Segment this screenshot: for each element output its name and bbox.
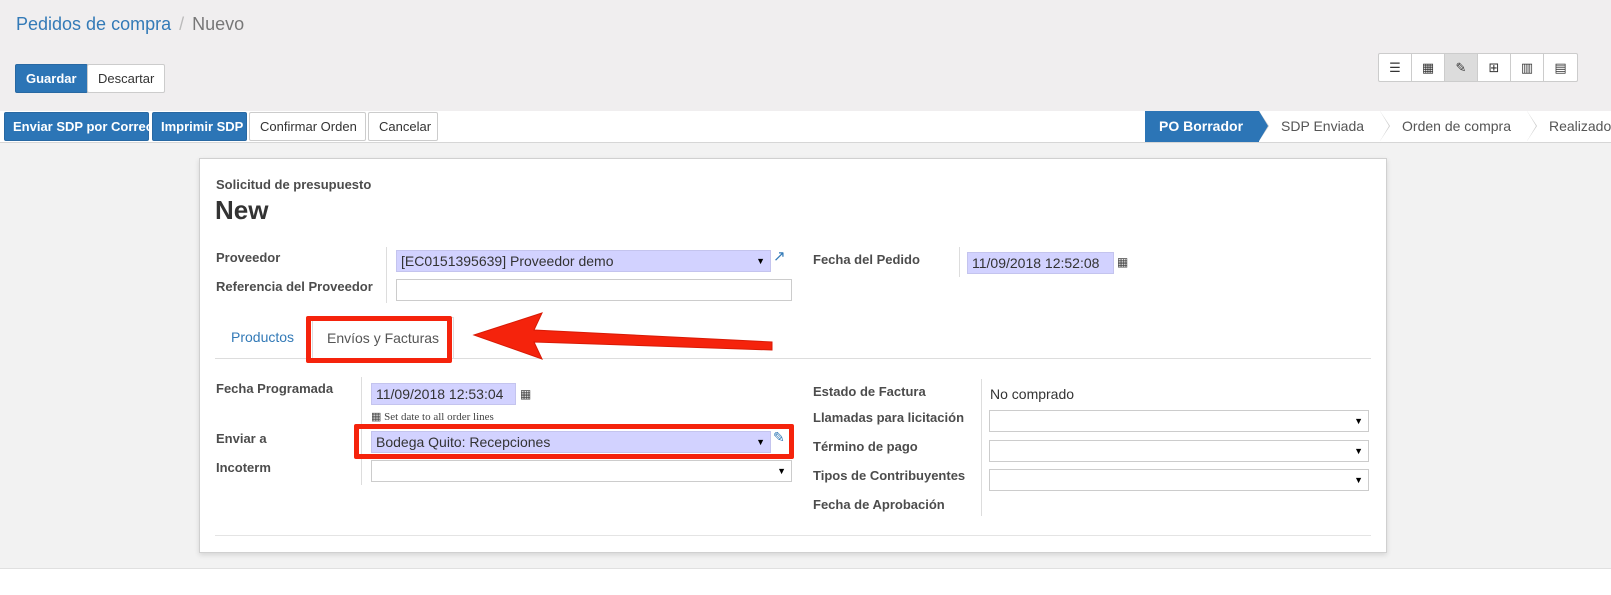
invoice-status-value: No comprado [990, 386, 1075, 402]
bid-calls-label: Llamadas para licitación [813, 410, 965, 425]
scheduled-date-input[interactable]: 11/09/2018 12:53:04 [371, 383, 516, 405]
vendor-label: Proveedor [216, 250, 281, 265]
stage-done[interactable]: Realizado [1526, 111, 1611, 142]
incoterm-label: Incoterm [216, 460, 271, 475]
set-date-all-lines-label: Set date to all order lines [384, 411, 494, 423]
taxpayer-types-select[interactable]: ▼ [989, 469, 1369, 491]
document-name: New [215, 195, 269, 225]
invoice-status-label: Estado de Factura [813, 384, 926, 399]
control-panel: Pedidos de compra / Nuevo Guardar Descarta… [0, 0, 1611, 113]
stage-purchase-order[interactable]: Orden de compra [1380, 111, 1537, 142]
print-rfq-button[interactable]: Imprimir SDP [152, 112, 247, 141]
chevron-down-icon: ▼ [1354, 446, 1363, 456]
send-rfq-email-button[interactable]: Enviar SDP por Correo [4, 112, 154, 141]
page-bottom-strip [0, 568, 1611, 595]
save-button[interactable]: Guardar [15, 64, 88, 93]
confirm-order-button[interactable]: Confirmar Orden [249, 112, 366, 141]
order-date-divider [959, 247, 960, 277]
ship-to-highlight-box [354, 424, 794, 459]
sheet-footer-divider [215, 535, 1371, 536]
breadcrumb-current: Nuevo [192, 14, 245, 34]
breadcrumb-separator: / [179, 14, 185, 34]
vendor-reference-input[interactable] [396, 279, 792, 301]
approval-date-label: Fecha de Aprobación [813, 497, 945, 512]
order-date-label: Fecha del Pedido [813, 252, 920, 267]
scheduled-date-label: Fecha Programada [216, 381, 334, 396]
bid-calls-select[interactable]: ▼ [989, 410, 1369, 432]
incoterm-select[interactable]: ▼ [371, 460, 792, 482]
order-date-input[interactable]: 11/09/2018 12:52:08 [967, 252, 1114, 274]
taxpayer-types-label: Tipos de Contribuyentes [813, 468, 966, 483]
chevron-down-icon: ▼ [1354, 475, 1363, 485]
calendar-icon[interactable]: ▦ [520, 387, 531, 401]
vendor-select[interactable]: [EC0151395639] Proveedor demo ▼ [396, 250, 771, 272]
vendor-select-value: [EC0151395639] Proveedor demo [401, 253, 614, 269]
pivot-view-icon[interactable]: ⊞ [1478, 54, 1511, 81]
tab-products[interactable]: Productos [231, 317, 294, 359]
chevron-down-icon: ▼ [756, 256, 765, 266]
cancel-button[interactable]: Cancelar [368, 112, 438, 141]
payment-term-label: Término de pago [813, 439, 918, 454]
form-view-icon[interactable]: ✎ [1445, 54, 1478, 81]
arrow-shape [472, 312, 773, 360]
chevron-down-icon: ▼ [1354, 416, 1363, 426]
vendor-group-divider [386, 247, 387, 303]
breadcrumb: Pedidos de compra / Nuevo [16, 14, 244, 35]
graph-view-icon[interactable]: ▥ [1511, 54, 1544, 81]
calendar-icon: ▦ [371, 411, 385, 423]
breadcrumb-parent-link[interactable]: Pedidos de compra [16, 14, 171, 34]
chevron-down-icon: ▼ [777, 466, 786, 476]
view-switcher: ☰ ▦ ✎ ⊞ ▥ ▤ [1378, 53, 1578, 82]
calendar-icon[interactable]: ▦ [1117, 255, 1128, 269]
payment-term-select[interactable]: ▼ [989, 440, 1369, 462]
tab-highlight-box [306, 316, 452, 363]
vendor-reference-label: Referencia del Proveedor [216, 279, 373, 294]
document-type-label: Solicitud de presupuesto [216, 177, 372, 192]
set-date-all-lines-link[interactable]: ▦ Set date to all order lines [371, 410, 494, 423]
stage-pipeline: PO Borrador SDP Enviada Orden de compra … [1145, 111, 1611, 142]
external-link-icon[interactable]: ↗ [773, 247, 786, 265]
calendar-view-icon[interactable]: ▤ [1544, 54, 1577, 81]
billing-group-divider [981, 379, 982, 516]
annotation-arrow [472, 312, 773, 360]
kanban-view-icon[interactable]: ▦ [1412, 54, 1445, 81]
list-view-icon[interactable]: ☰ [1379, 54, 1412, 81]
discard-button[interactable]: Descartar [87, 64, 166, 93]
ship-to-label: Enviar a [216, 431, 267, 446]
stage-rfq-sent[interactable]: SDP Enviada [1259, 111, 1391, 142]
status-bar: Enviar SDP por Correo Imprimir SDP Confi… [0, 111, 1611, 143]
stage-po-draft[interactable]: PO Borrador [1145, 111, 1270, 142]
